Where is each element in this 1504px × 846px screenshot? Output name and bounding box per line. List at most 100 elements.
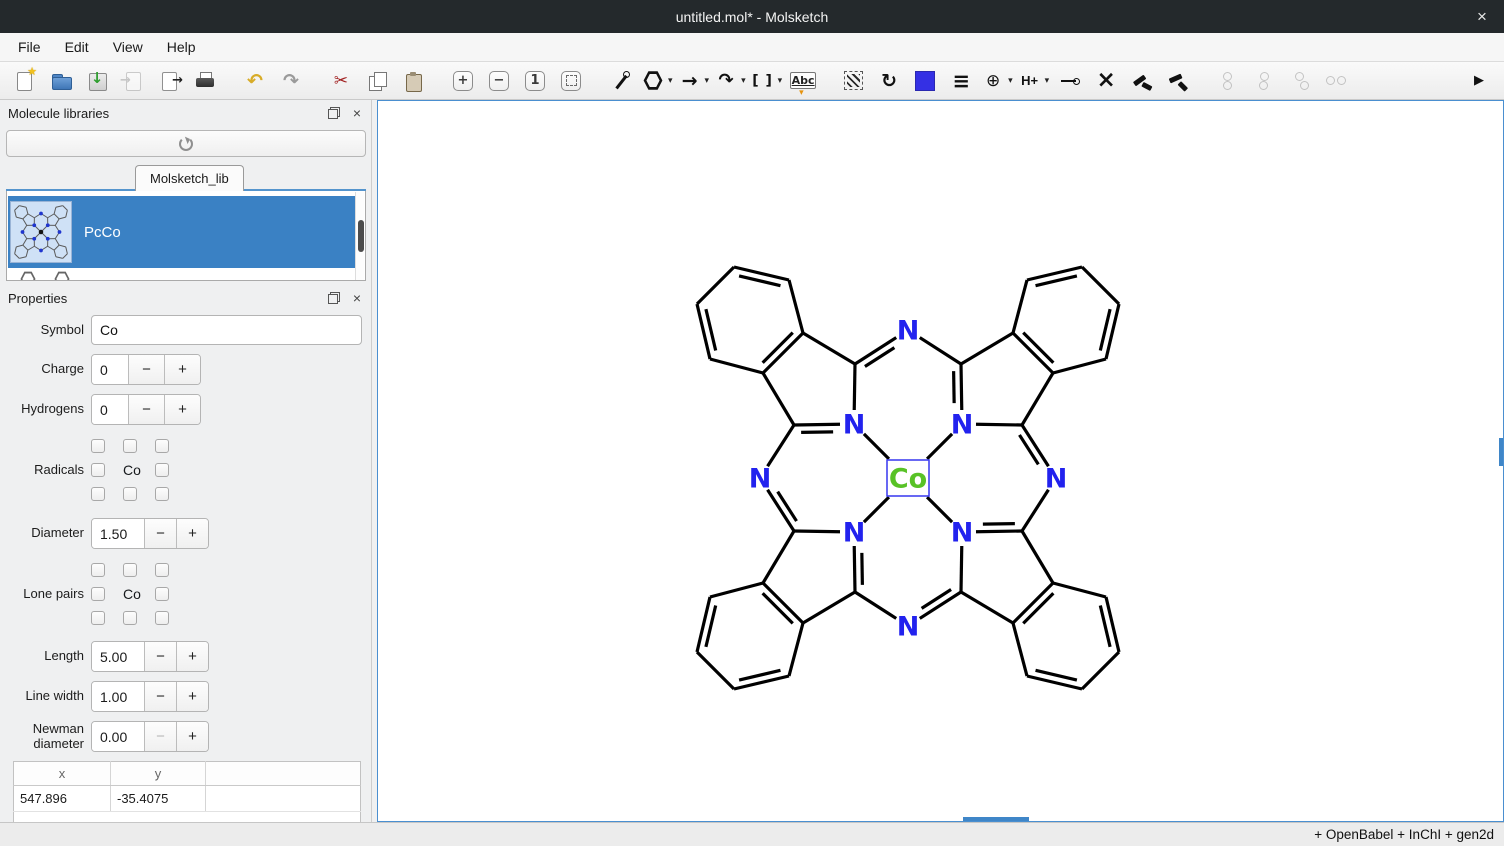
symbol-input[interactable] [91,315,362,345]
lone-pair-checkbox[interactable] [155,563,169,577]
mechanism-tool-2[interactable] [1163,66,1193,96]
hydrogens-increment-button[interactable]: + [164,395,200,424]
atom-label-Co[interactable]: Co [889,464,927,495]
print-button[interactable] [190,66,220,96]
atom-label-N[interactable]: N [843,410,866,441]
import-button[interactable] [118,66,148,96]
atom-label-N[interactable]: N [749,464,772,495]
rotate-tool[interactable]: ↻ [874,66,904,96]
atom-label-N[interactable]: N [951,518,974,549]
mechanism-arrow-tool[interactable]: ↷▾ [715,66,746,96]
newman-diameter-value[interactable]: 0.00 [92,722,144,751]
bracket-tool[interactable]: [ ]▾ [752,66,783,96]
connect-atoms-tool-2[interactable] [1249,66,1279,96]
chevron-down-icon[interactable]: ▾ [668,76,673,86]
coord-y-cell[interactable]: -35.4075 [111,786,206,812]
lone-pair-checkbox[interactable] [123,611,137,625]
tab-molsketch-lib[interactable]: Molsketch_lib [135,165,244,191]
newman-diameter-decrement-button[interactable]: − [144,722,176,751]
newman-diameter-increment-button[interactable]: + [176,722,208,751]
atom-label-N[interactable]: N [843,518,866,549]
connect-atoms-tool-4[interactable] [1321,66,1351,96]
float-panel-icon[interactable] [328,107,340,119]
float-panel-icon[interactable] [328,292,340,304]
new-file-button[interactable] [10,66,40,96]
connect-atoms-tool-3[interactable] [1285,66,1315,96]
close-panel-icon[interactable]: × [350,105,364,121]
charge-tool[interactable]: ⊕▾ [982,66,1013,96]
diameter-value[interactable]: 1.50 [92,519,144,548]
molecule-drawing[interactable]: Co N N N N N N N N [378,101,1503,821]
line-width-value[interactable]: 1.00 [92,682,144,711]
arrow-tool[interactable]: →▾ [679,66,710,96]
window-close-button[interactable]: × [1468,0,1496,33]
lone-pair-checkbox[interactable] [155,587,169,601]
radical-checkbox[interactable] [123,487,137,501]
cut-button[interactable]: ✂ [326,66,356,96]
lone-pair-tool[interactable] [1055,66,1085,96]
draw-bond-tool[interactable] [606,66,636,96]
mechanism-tool-1[interactable] [1127,66,1157,96]
hydrogens-decrement-button[interactable]: − [128,395,164,424]
lone-pair-checkbox[interactable] [91,587,105,601]
redo-button[interactable]: ↷ [276,66,306,96]
menu-edit[interactable]: Edit [53,35,101,59]
charge-value[interactable]: 0 [92,355,128,384]
radical-checkbox[interactable] [155,463,169,477]
selection-tool[interactable] [838,66,868,96]
export-button[interactable] [154,66,184,96]
atom-label-N[interactable]: N [1045,464,1068,495]
lone-pair-checkbox[interactable] [155,611,169,625]
canvas-horizontal-scrollbar[interactable] [963,817,1029,821]
diameter-decrement-button[interactable]: − [144,519,176,548]
open-file-button[interactable] [46,66,76,96]
length-decrement-button[interactable]: − [144,642,176,671]
lone-pair-checkbox[interactable] [123,563,137,577]
coord-x-cell[interactable]: 547.896 [14,786,111,812]
chevron-down-icon[interactable]: ▾ [705,76,710,86]
canvas-vertical-scrollbar[interactable] [1499,438,1503,466]
menu-file[interactable]: File [6,35,53,59]
radical-checkbox[interactable] [155,487,169,501]
chevron-down-icon[interactable]: ▾ [778,76,783,86]
length-value[interactable]: 5.00 [92,642,144,671]
delete-tool[interactable]: × [1091,66,1121,96]
menu-view[interactable]: View [101,35,155,59]
paste-button[interactable] [398,66,428,96]
charge-decrement-button[interactable]: − [128,355,164,384]
undo-button[interactable]: ↶ [240,66,270,96]
line-width-tool[interactable]: ≡ [946,66,976,96]
copy-button[interactable] [362,66,392,96]
library-scrollbar[interactable] [355,192,364,280]
diameter-increment-button[interactable]: + [176,519,208,548]
radical-checkbox[interactable] [91,487,105,501]
lone-pair-checkbox[interactable] [91,611,105,625]
toolbar-expand-button[interactable]: ▶ [1464,66,1494,96]
atom-label-N[interactable]: N [951,410,974,441]
zoom-out-button[interactable]: − [484,66,514,96]
atom-label-N[interactable]: N [897,316,920,347]
radical-checkbox[interactable] [123,439,137,453]
charge-increment-button[interactable]: + [164,355,200,384]
color-picker-button[interactable] [910,66,940,96]
library-item-next-partial[interactable] [8,268,357,280]
text-tool[interactable]: Abc [788,66,818,96]
ring-tool[interactable]: ▾ [642,66,673,96]
length-increment-button[interactable]: + [176,642,208,671]
close-panel-icon[interactable]: × [350,290,364,306]
lone-pair-checkbox[interactable] [91,563,105,577]
line-width-decrement-button[interactable]: − [144,682,176,711]
menu-help[interactable]: Help [155,35,208,59]
library-item-pcco[interactable]: PcCo [8,196,357,268]
library-refresh-button[interactable] [6,130,366,157]
atom-label-N[interactable]: N [897,612,920,643]
zoom-original-button[interactable]: 1 [520,66,550,96]
chevron-down-icon[interactable]: ▾ [741,76,746,86]
radical-checkbox[interactable] [91,439,105,453]
zoom-in-button[interactable]: + [448,66,478,96]
radical-checkbox[interactable] [155,439,169,453]
line-width-increment-button[interactable]: + [176,682,208,711]
hydrogen-tool[interactable]: H+▾ [1019,66,1050,96]
save-button[interactable] [82,66,112,96]
chevron-down-icon[interactable]: ▾ [1045,76,1050,86]
